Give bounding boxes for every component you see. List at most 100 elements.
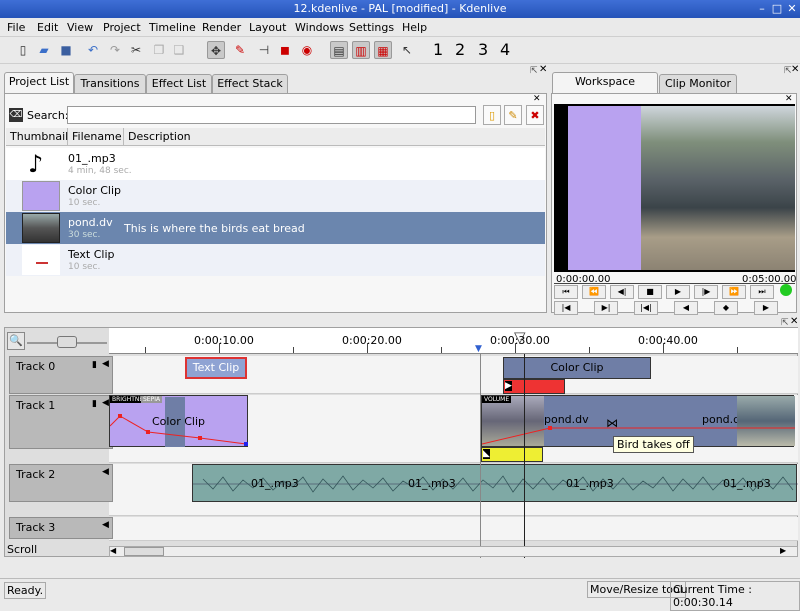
track-audio-icon[interactable]: ◀ (102, 520, 109, 530)
track-audio-icon[interactable]: ◀ (102, 467, 109, 477)
scroll-left-icon[interactable]: ◀ (110, 546, 116, 555)
keyframe-curve[interactable] (110, 396, 249, 448)
track-1-header[interactable]: Track 1 ▮ ◀ (9, 395, 113, 449)
list-item-selected[interactable]: pond.dv 30 sec. This is where the birds … (6, 212, 545, 244)
marker-icon[interactable]: ◼ (276, 41, 294, 59)
monitor-close-icon[interactable]: ✕ (785, 94, 793, 104)
transition-yellow[interactable]: ◣ (481, 447, 543, 462)
dock-close-icon[interactable]: ✕ (539, 64, 547, 75)
set-in-icon[interactable]: ▶| (594, 301, 618, 315)
menu-file[interactable]: File (7, 21, 25, 34)
rewind-icon[interactable]: ⏪ (582, 285, 606, 299)
zoom-fit-icon[interactable]: ▤ (330, 41, 348, 59)
playhead-line[interactable] (524, 354, 525, 558)
split-audio-icon[interactable]: ▥ (352, 41, 370, 59)
panel-close-icon[interactable]: ✕ (533, 94, 541, 104)
stop-icon[interactable]: ■ (638, 285, 662, 299)
play-icon[interactable]: ▶ (666, 285, 690, 299)
razor-tool-icon[interactable]: ✎ (231, 41, 249, 59)
open-folder-icon[interactable]: ▰ (35, 41, 53, 59)
edit-clip-icon[interactable]: ✎ (504, 105, 522, 125)
timeline-ruler[interactable]: 0:00:10.00 0:00:20.00 0:00:30.00 0:00:40… (109, 328, 798, 354)
redo-icon[interactable]: ↷ (106, 41, 124, 59)
search-input[interactable] (67, 106, 476, 124)
menu-windows[interactable]: Windows (295, 21, 344, 34)
tab-clip-monitor[interactable]: Clip Monitor (659, 74, 737, 93)
track-0-header[interactable]: Track 0 ▮ ◀ (9, 356, 113, 394)
next-marker-icon[interactable]: ▶ (754, 301, 778, 315)
clear-search-icon[interactable]: ⌫ (9, 108, 23, 122)
zoom-slider-handle[interactable] (57, 336, 77, 348)
prev-marker-icon[interactable]: ◀ (674, 301, 698, 315)
step-back-icon[interactable]: ◀| (610, 285, 634, 299)
monitor-dock-close-icon[interactable]: ✕ (791, 64, 799, 75)
column-filename[interactable]: Filename (68, 128, 124, 146)
monitor-video[interactable] (554, 104, 795, 272)
paste-icon[interactable]: ❑ (170, 41, 188, 59)
layout-3-button[interactable]: 3 (478, 41, 488, 59)
copy-icon[interactable]: ❐ (150, 41, 168, 59)
dock-float-icon[interactable]: ⇱ (530, 66, 538, 76)
playhead-handle[interactable]: ▽ (514, 328, 526, 346)
new-file-icon[interactable]: ▯ (14, 41, 32, 59)
scroll-right-icon[interactable]: ▶ (780, 546, 786, 555)
add-clip-icon[interactable]: ▯ (483, 105, 501, 125)
column-description[interactable]: Description (124, 128, 545, 146)
list-item[interactable]: Color Clip 10 sec. (6, 180, 545, 212)
list-item[interactable]: Text Clip 10 sec. (6, 244, 545, 276)
undo-icon[interactable]: ↶ (84, 41, 102, 59)
maximize-button[interactable]: □ (770, 2, 784, 16)
timeline-scrollbar[interactable]: ◀ ▶ (109, 546, 798, 557)
audio-clip[interactable]: 01_.mp3 01_.mp3 01_.mp3 01_.mp3 (192, 464, 798, 502)
minimize-button[interactable]: – (755, 2, 769, 16)
move-tool-icon[interactable]: ✥ (207, 41, 225, 59)
color-clip-track0[interactable]: Color Clip (503, 357, 651, 379)
list-item[interactable]: ♪ 01_.mp3 4 min, 48 sec. (6, 148, 545, 180)
set-out-icon[interactable]: |◀| (634, 301, 658, 315)
menu-help[interactable]: Help (402, 21, 427, 34)
layout-4-button[interactable]: 4 (500, 41, 510, 59)
cut-icon[interactable]: ✂ (127, 41, 145, 59)
color-clip-track1[interactable]: BRIGHTNESS SEPIA Color Clip (109, 395, 248, 447)
tab-workspace-monitor[interactable]: Workspace Monitor (552, 72, 658, 106)
zone-start-icon[interactable]: |◀ (554, 301, 578, 315)
track-3-header[interactable]: Track 3 ◀ (9, 517, 113, 539)
track-video-icon[interactable]: ▮ (92, 360, 97, 370)
snap-icon[interactable]: ◉ (298, 41, 316, 59)
add-marker-icon[interactable]: ◆ (714, 301, 738, 315)
layout-1-button[interactable]: 1 (433, 41, 443, 59)
delete-clip-icon[interactable]: ✖ (526, 105, 544, 125)
fast-forward-icon[interactable]: ⏩ (722, 285, 746, 299)
spacer-tool-icon[interactable]: ⊣ (255, 41, 273, 59)
tab-effect-stack[interactable]: Effect Stack (212, 74, 288, 93)
forward-end-icon[interactable]: ⏭ (750, 285, 774, 299)
menu-edit[interactable]: Edit (37, 21, 58, 34)
track-video-icon[interactable]: ▮ (92, 399, 97, 409)
monitor-ruler[interactable] (554, 275, 795, 284)
scroll-thumb[interactable] (124, 547, 164, 556)
transition-red[interactable]: ▶ (503, 379, 565, 394)
track-view-icon[interactable]: ▦ (374, 41, 392, 59)
tab-transitions[interactable]: Transitions (74, 74, 146, 93)
menu-render[interactable]: Render (202, 21, 241, 34)
zoom-icon[interactable]: 🔍 (7, 332, 25, 350)
layout-2-button[interactable]: 2 (455, 41, 465, 59)
tab-effect-list[interactable]: Effect List (146, 74, 212, 93)
menu-view[interactable]: View (67, 21, 93, 34)
track-2-header[interactable]: Track 2 ◀ (9, 464, 113, 502)
menu-settings[interactable]: Settings (349, 21, 394, 34)
marker-icon[interactable]: ⋈ (606, 416, 618, 430)
zone-marker-icon[interactable]: ▼ (475, 344, 482, 354)
menu-project[interactable]: Project (103, 21, 141, 34)
menu-layout[interactable]: Layout (249, 21, 286, 34)
step-forward-icon[interactable]: |▶ (694, 285, 718, 299)
save-icon[interactable]: ■ (57, 41, 75, 59)
menu-timeline[interactable]: Timeline (149, 21, 196, 34)
track-audio-icon[interactable]: ◀ (102, 359, 109, 369)
rewind-start-icon[interactable]: ⏮ (554, 285, 578, 299)
close-button[interactable]: ✕ (785, 2, 799, 16)
track-audio-icon[interactable]: ◀ (102, 398, 109, 408)
help-cursor-icon[interactable]: ↖ (398, 41, 416, 59)
timeline-close-icon[interactable]: ✕ (790, 316, 798, 327)
column-thumbnail[interactable]: Thumbnail (6, 128, 68, 146)
